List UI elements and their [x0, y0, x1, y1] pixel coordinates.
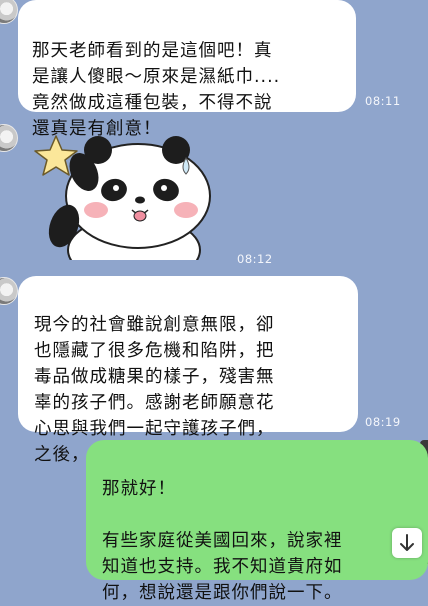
message-text: 那就好！ 有些家庭從美國回來，說家裡 知道也支持。我不知道貴府如 何，想說還是跟… [102, 479, 343, 603]
panda-star-sticker[interactable] [26, 128, 216, 260]
message-time: 08:19 [365, 415, 401, 429]
message-bubble-outgoing[interactable]: 那就好！ 有些家庭從美國回來，說家裡 知道也支持。我不知道貴府如 何，想說還是跟… [86, 440, 428, 603]
avatar[interactable] [0, 124, 18, 152]
arrow-down-icon [400, 534, 414, 551]
message-time: 08:12 [237, 252, 273, 266]
scroll-to-bottom-button[interactable] [392, 528, 422, 558]
avatar[interactable] [0, 277, 18, 305]
message-bubble-incoming[interactable]: 那天老師看到的是這個吧！真 是讓人傻眼～原來是濕紙巾.... 竟然做成這種包裝，… [18, 0, 356, 139]
message-text: 那天老師看到的是這個吧！真 是讓人傻眼～原來是濕紙巾.... 竟然做成這種包裝，… [32, 41, 281, 139]
message-bubble-incoming[interactable]: 現今的社會雖說創意無限，卻 也隱藏了很多危機和陷阱，把 毒品做成糖果的樣子，殘害… [18, 276, 358, 465]
avatar[interactable] [0, 0, 18, 24]
message-time: 08:11 [365, 94, 401, 108]
